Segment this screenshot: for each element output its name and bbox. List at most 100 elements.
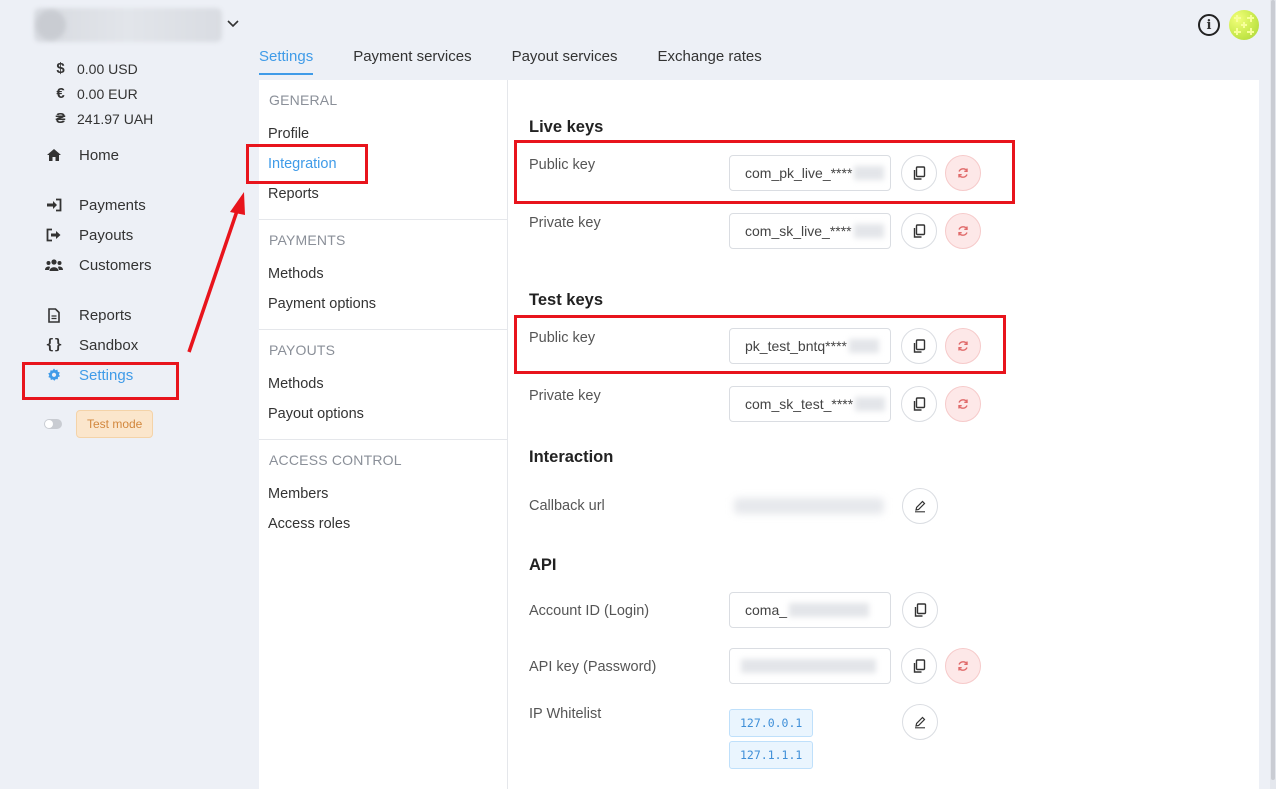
scrollbar[interactable] <box>1270 0 1276 789</box>
refresh-icon <box>958 168 968 178</box>
sidebar-item-payments[interactable]: Payments <box>44 193 146 217</box>
refresh-icon <box>958 341 968 351</box>
chevron-down-icon[interactable] <box>226 16 240 30</box>
braces-icon: {} <box>45 337 63 353</box>
ip-whitelist-tag: 127.0.0.1 <box>729 709 814 737</box>
copy-icon <box>913 397 926 411</box>
pencil-icon <box>915 716 926 729</box>
edit-button[interactable] <box>902 488 938 524</box>
test-mode-badge[interactable]: Test mode <box>76 410 154 438</box>
euro-icon: € <box>56 85 65 102</box>
sidebar-item-reports[interactable]: Reports <box>44 303 132 327</box>
api-title: API <box>529 556 557 574</box>
sidebar-item-settings[interactable]: Settings <box>44 363 133 387</box>
info-icon[interactable]: i <box>1198 14 1220 36</box>
test-public-key-field[interactable]: pk_test_bntq**** <box>729 328 891 364</box>
users-icon <box>44 257 64 273</box>
test-private-key-field[interactable]: com_sk_test_**** <box>729 386 891 422</box>
document-icon <box>44 307 64 323</box>
ip-whitelist-tag: 127.1.1.1 <box>729 741 814 769</box>
divider <box>259 439 508 440</box>
copy-button[interactable] <box>901 648 937 684</box>
subnav-item-access-roles[interactable]: Access roles <box>268 516 350 532</box>
subnav-heading-general: GENERAL <box>269 92 338 108</box>
subnav-item-profile[interactable]: Profile <box>268 126 309 142</box>
divider <box>259 329 508 330</box>
hryvnia-icon: ₴ <box>55 110 66 127</box>
tab-exchange-rates[interactable]: Exchange rates <box>657 48 761 75</box>
key-value: pk_test_bntq**** <box>745 338 847 354</box>
subnav-item-payment-options[interactable]: Payment options <box>268 296 376 312</box>
account-id-label: Account ID (Login) <box>529 603 650 619</box>
subnav-item-reports[interactable]: Reports <box>268 186 319 202</box>
subnav-item-members[interactable]: Members <box>268 486 328 502</box>
test-mode-control: Test mode <box>44 410 154 438</box>
key-value: coma_ <box>745 602 788 618</box>
settings-tabs: Settings Payment services Payout service… <box>259 48 802 75</box>
divider <box>259 219 508 220</box>
tab-payment-services[interactable]: Payment services <box>353 48 471 75</box>
sidebar-item-label: Settings <box>79 366 134 384</box>
settings-subnav: GENERAL Profile Integration Reports PAYM… <box>259 80 508 789</box>
sidebar-item-home[interactable]: Home <box>44 143 119 167</box>
home-icon <box>44 147 64 163</box>
key-value: com_pk_live_**** <box>745 165 853 181</box>
refresh-icon <box>958 399 968 409</box>
refresh-icon <box>958 661 968 671</box>
regenerate-button[interactable] <box>945 328 981 364</box>
copy-button[interactable] <box>901 328 937 364</box>
account-id-field[interactable]: coma_ <box>729 592 891 628</box>
gear-icon <box>44 367 64 383</box>
copy-button[interactable] <box>902 592 938 628</box>
sidebar-item-label: Sandbox <box>79 336 139 354</box>
sidebar-item-customers[interactable]: Customers <box>44 253 152 277</box>
regenerate-button[interactable] <box>945 386 981 422</box>
live-private-key-field[interactable]: com_sk_live_**** <box>729 213 891 249</box>
key-value: com_sk_live_**** <box>745 223 852 239</box>
interaction-title: Interaction <box>529 448 614 466</box>
user-avatar[interactable] <box>1229 10 1259 40</box>
sidebar-item-label: Payouts <box>79 226 134 244</box>
tab-payout-services[interactable]: Payout services <box>512 48 618 75</box>
balances: $ 0.00 USD € 0.00 EUR ₴ 241.97 UAH <box>44 56 153 131</box>
sidebar-item-label: Reports <box>79 306 132 324</box>
subnav-heading-payments: PAYMENTS <box>269 232 346 248</box>
sidebar-item-payouts[interactable]: Payouts <box>44 223 133 247</box>
pencil-icon <box>915 500 926 513</box>
live-public-key-label: Public key <box>529 157 596 173</box>
balance-value: 0.00 EUR <box>77 85 138 102</box>
regenerate-button[interactable] <box>945 648 981 684</box>
balance-value: 241.97 UAH <box>77 110 154 127</box>
subnav-item-integration[interactable]: Integration <box>268 156 337 172</box>
copy-icon <box>913 339 926 353</box>
copy-icon <box>914 603 927 617</box>
api-key-field[interactable] <box>729 648 891 684</box>
account-avatar <box>36 10 66 40</box>
edit-button[interactable] <box>902 704 938 740</box>
copy-button[interactable] <box>901 386 937 422</box>
subnav-heading-access-control: ACCESS CONTROL <box>269 452 402 468</box>
refresh-icon <box>958 226 968 236</box>
copy-button[interactable] <box>901 155 937 191</box>
test-mode-toggle[interactable] <box>44 419 62 429</box>
regenerate-button[interactable] <box>945 155 981 191</box>
callback-url-value <box>734 498 884 514</box>
balance-usd: $ 0.00 USD <box>44 56 153 81</box>
regenerate-button[interactable] <box>945 213 981 249</box>
sidebar-item-label: Customers <box>79 256 152 274</box>
copy-icon <box>913 659 926 673</box>
dollar-icon: $ <box>56 60 65 77</box>
subnav-item-payout-methods[interactable]: Methods <box>268 376 324 392</box>
balance-eur: € 0.00 EUR <box>44 81 153 106</box>
key-value: com_sk_test_**** <box>745 396 854 412</box>
live-public-key-field[interactable]: com_pk_live_**** <box>729 155 891 191</box>
sign-out-icon <box>44 227 64 243</box>
sidebar-item-sandbox[interactable]: {} Sandbox <box>44 333 139 357</box>
tab-settings[interactable]: Settings <box>259 48 314 75</box>
copy-button[interactable] <box>901 213 937 249</box>
ip-whitelist-label: IP Whitelist <box>529 706 602 722</box>
subnav-item-payout-options[interactable]: Payout options <box>268 406 364 422</box>
callback-url-label: Callback url <box>529 498 605 514</box>
subnav-item-payment-methods[interactable]: Methods <box>268 266 324 282</box>
copy-icon <box>913 166 926 180</box>
